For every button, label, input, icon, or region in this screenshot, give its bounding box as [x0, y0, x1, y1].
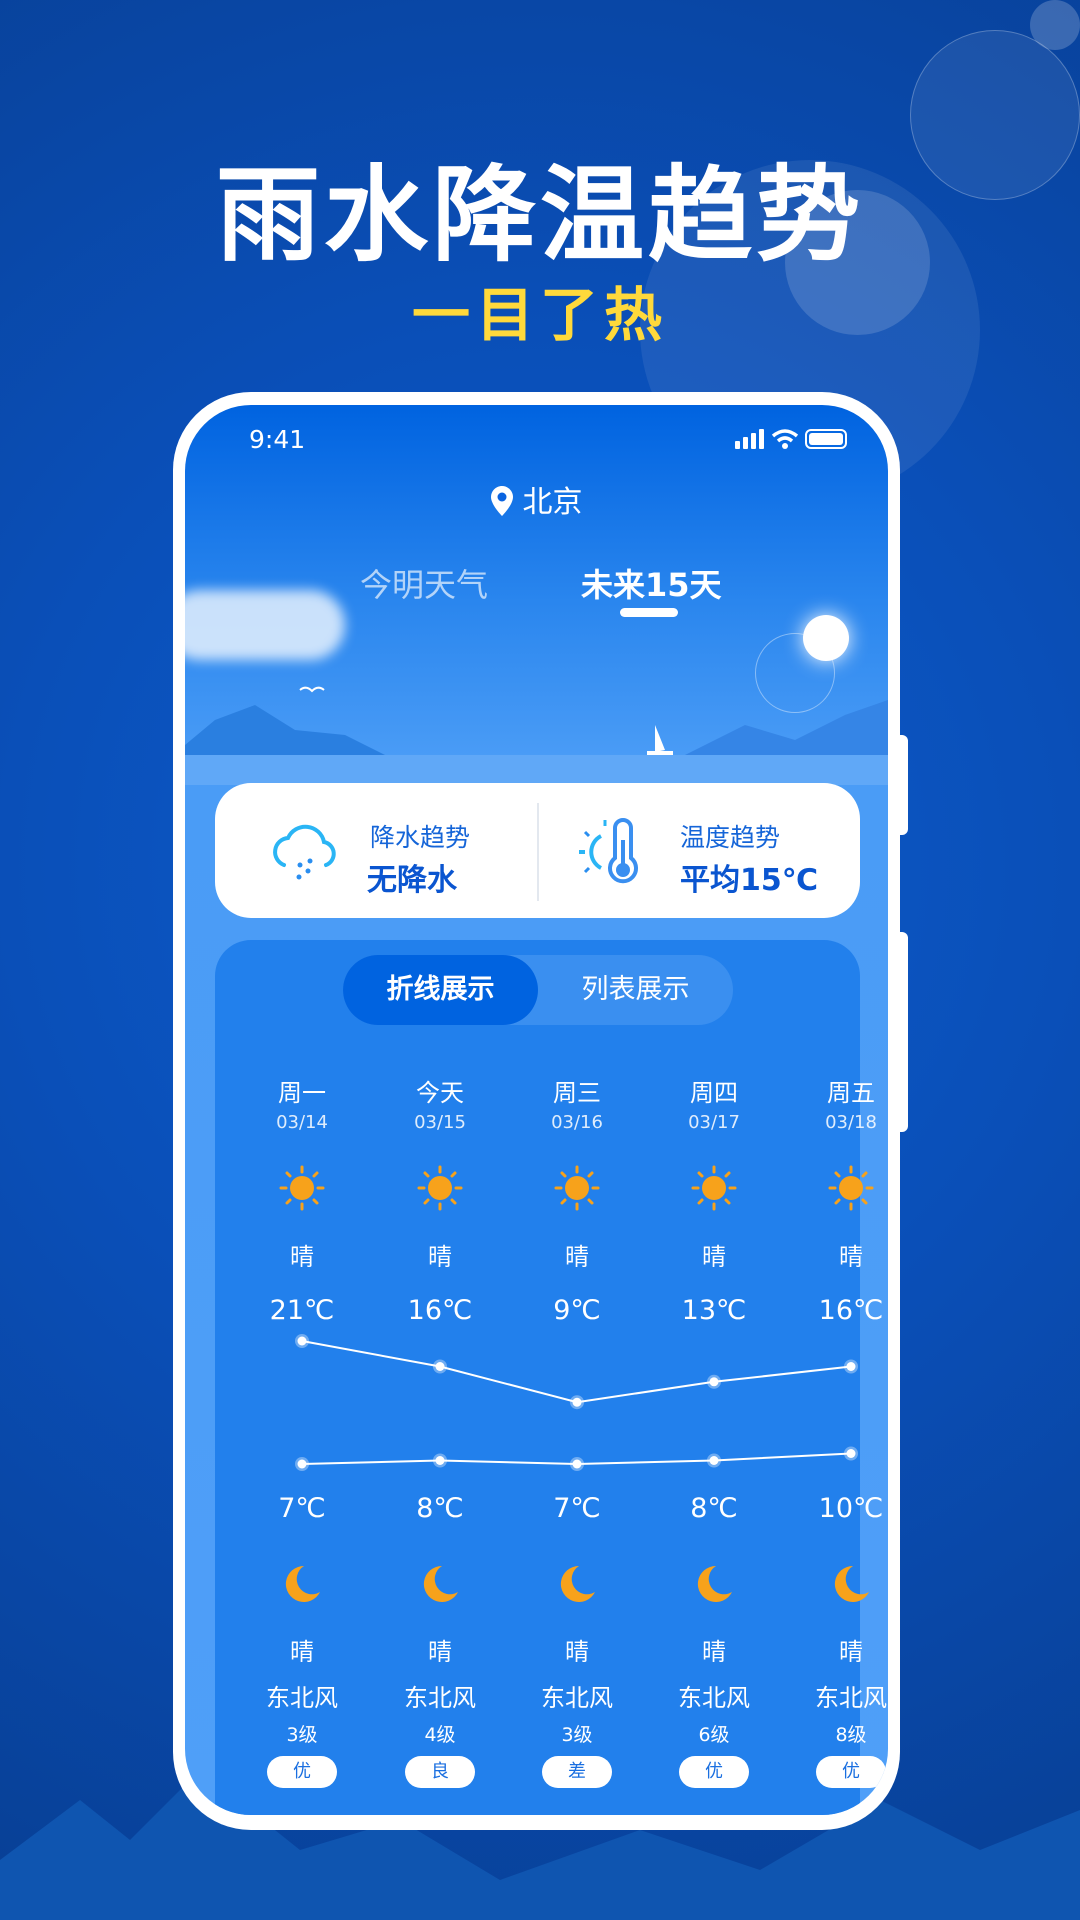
tab-next-15-days[interactable]: 未来15天: [581, 560, 722, 606]
aqi-badge: 差: [542, 1756, 612, 1788]
day-weather: 晴: [702, 1243, 726, 1271]
day-weather: 晴: [290, 1243, 314, 1271]
day-date: 03/14: [276, 1112, 328, 1133]
high-temp: 13℃: [681, 1295, 747, 1326]
phone-frame: 9:41 北京 今明天气 未来15天 降水趋势 无降水 温度趋势 平均15℃ 折…: [173, 392, 900, 1830]
low-temp-line-point: [570, 1457, 584, 1471]
day-name: 周四: [690, 1079, 738, 1107]
low-temp: 7℃: [278, 1493, 326, 1524]
precipitation-value: 无降水: [367, 863, 457, 898]
day-name: 周一: [278, 1079, 326, 1107]
high-temp: 21℃: [269, 1295, 335, 1326]
sun-icon: [554, 1165, 600, 1211]
high-temp-line-point: [433, 1359, 447, 1374]
sun-icon: [828, 1165, 874, 1211]
wind-level: 3级: [286, 1724, 318, 1746]
wind-level: 6级: [698, 1724, 730, 1746]
divider: [537, 803, 539, 901]
active-tab-indicator: [620, 608, 678, 617]
aqi-badge: 良: [405, 1756, 475, 1788]
day-name: 周三: [553, 1079, 601, 1107]
low-temp: 8℃: [690, 1493, 738, 1524]
forecast-panel: 折线展示 列表展示 周一 03/14 晴 21℃ 7℃ 晴 东北风 3级 优 今…: [215, 940, 887, 1815]
high-temp: 16℃: [407, 1295, 473, 1326]
temperature-label: 温度趋势: [680, 823, 781, 852]
moon-icon: [560, 1565, 595, 1602]
thermometer-sun-icon: [579, 818, 638, 884]
high-temp-line-point: [295, 1334, 309, 1348]
aqi-badge: 优: [267, 1756, 337, 1788]
moon-icon: [834, 1565, 869, 1602]
summary-card: 降水趋势 无降水 温度趋势 平均15℃: [215, 783, 860, 918]
phone-screen: 9:41 北京 今明天气 未来15天 降水趋势 无降水 温度趋势 平均15℃ 折…: [185, 405, 888, 1815]
day-weather: 晴: [565, 1243, 589, 1271]
mountain-lake-scene: [185, 686, 888, 785]
wind-level: 4级: [424, 1724, 456, 1746]
moon-icon: [423, 1565, 458, 1602]
wind-direction: 东北风: [678, 1684, 750, 1712]
day-date: 03/15: [414, 1112, 466, 1133]
day-weather: 晴: [428, 1243, 452, 1271]
high-temp-line-point: [707, 1374, 721, 1389]
wind-direction: 东北风: [541, 1684, 613, 1712]
location-pin-icon: [490, 486, 513, 516]
promo-title: 雨水降温趋势: [215, 154, 864, 276]
aqi-badge: 优: [816, 1756, 886, 1788]
day-name: 周五: [827, 1079, 875, 1107]
precipitation-label: 降水趋势: [370, 823, 471, 852]
high-temp-line-point: [570, 1395, 584, 1410]
wind-level: 3级: [561, 1724, 593, 1746]
night-weather: 晴: [702, 1638, 726, 1666]
low-temp-line-point: [433, 1453, 447, 1468]
low-temp: 10℃: [818, 1493, 884, 1524]
tab-today-tomorrow[interactable]: 今明天气: [360, 560, 488, 606]
day-date: 03/17: [688, 1112, 740, 1133]
wind-direction: 东北风: [266, 1684, 338, 1712]
high-temp-line-point: [844, 1359, 858, 1374]
sun-icon: [417, 1165, 463, 1211]
cloud-decor: [185, 590, 345, 660]
list-view-button[interactable]: 列表展示: [538, 955, 733, 1025]
moon-icon: [285, 1565, 320, 1602]
night-weather: 晴: [839, 1638, 863, 1666]
city-name: 北京: [522, 485, 583, 520]
sun-icon: [279, 1165, 325, 1211]
day-name: 今天: [416, 1079, 464, 1107]
low-temp: 7℃: [553, 1493, 601, 1524]
battery-icon: [805, 429, 847, 449]
wifi-icon: [771, 429, 799, 443]
temperature-value: 平均15℃: [680, 863, 819, 898]
night-weather: 晴: [565, 1638, 589, 1666]
day-weather: 晴: [839, 1243, 863, 1271]
day-date: 03/16: [551, 1112, 603, 1133]
signal-icon: [735, 429, 764, 449]
low-temp: 8℃: [416, 1493, 464, 1524]
low-temp-line-point: [844, 1446, 858, 1461]
wind-level: 8级: [835, 1724, 867, 1746]
status-time: 9:41: [249, 425, 306, 454]
night-weather: 晴: [290, 1638, 314, 1666]
moon-icon: [697, 1565, 732, 1602]
view-toggle: 折线展示 列表展示: [343, 955, 733, 1025]
wind-direction: 东北风: [404, 1684, 476, 1712]
line-view-button[interactable]: 折线展示: [343, 955, 538, 1025]
high-temp: 16℃: [818, 1295, 884, 1326]
low-temp-line-point: [707, 1453, 721, 1468]
sun-icon: [691, 1165, 737, 1211]
high-temp-line: [301, 1340, 852, 1404]
low-temp-line-point: [295, 1457, 309, 1471]
promo-subtitle: 一目了热: [411, 281, 668, 349]
rain-cloud-icon: [273, 824, 336, 880]
location[interactable]: 北京: [185, 477, 888, 521]
wind-direction: 东北风: [815, 1684, 887, 1712]
status-icons: [735, 429, 847, 449]
day-date: 03/18: [825, 1112, 877, 1133]
night-weather: 晴: [428, 1638, 452, 1666]
decor-bubble: [1030, 0, 1080, 50]
aqi-badge: 优: [679, 1756, 749, 1788]
low-temp-line: [301, 1452, 852, 1466]
high-temp: 9℃: [553, 1295, 601, 1326]
